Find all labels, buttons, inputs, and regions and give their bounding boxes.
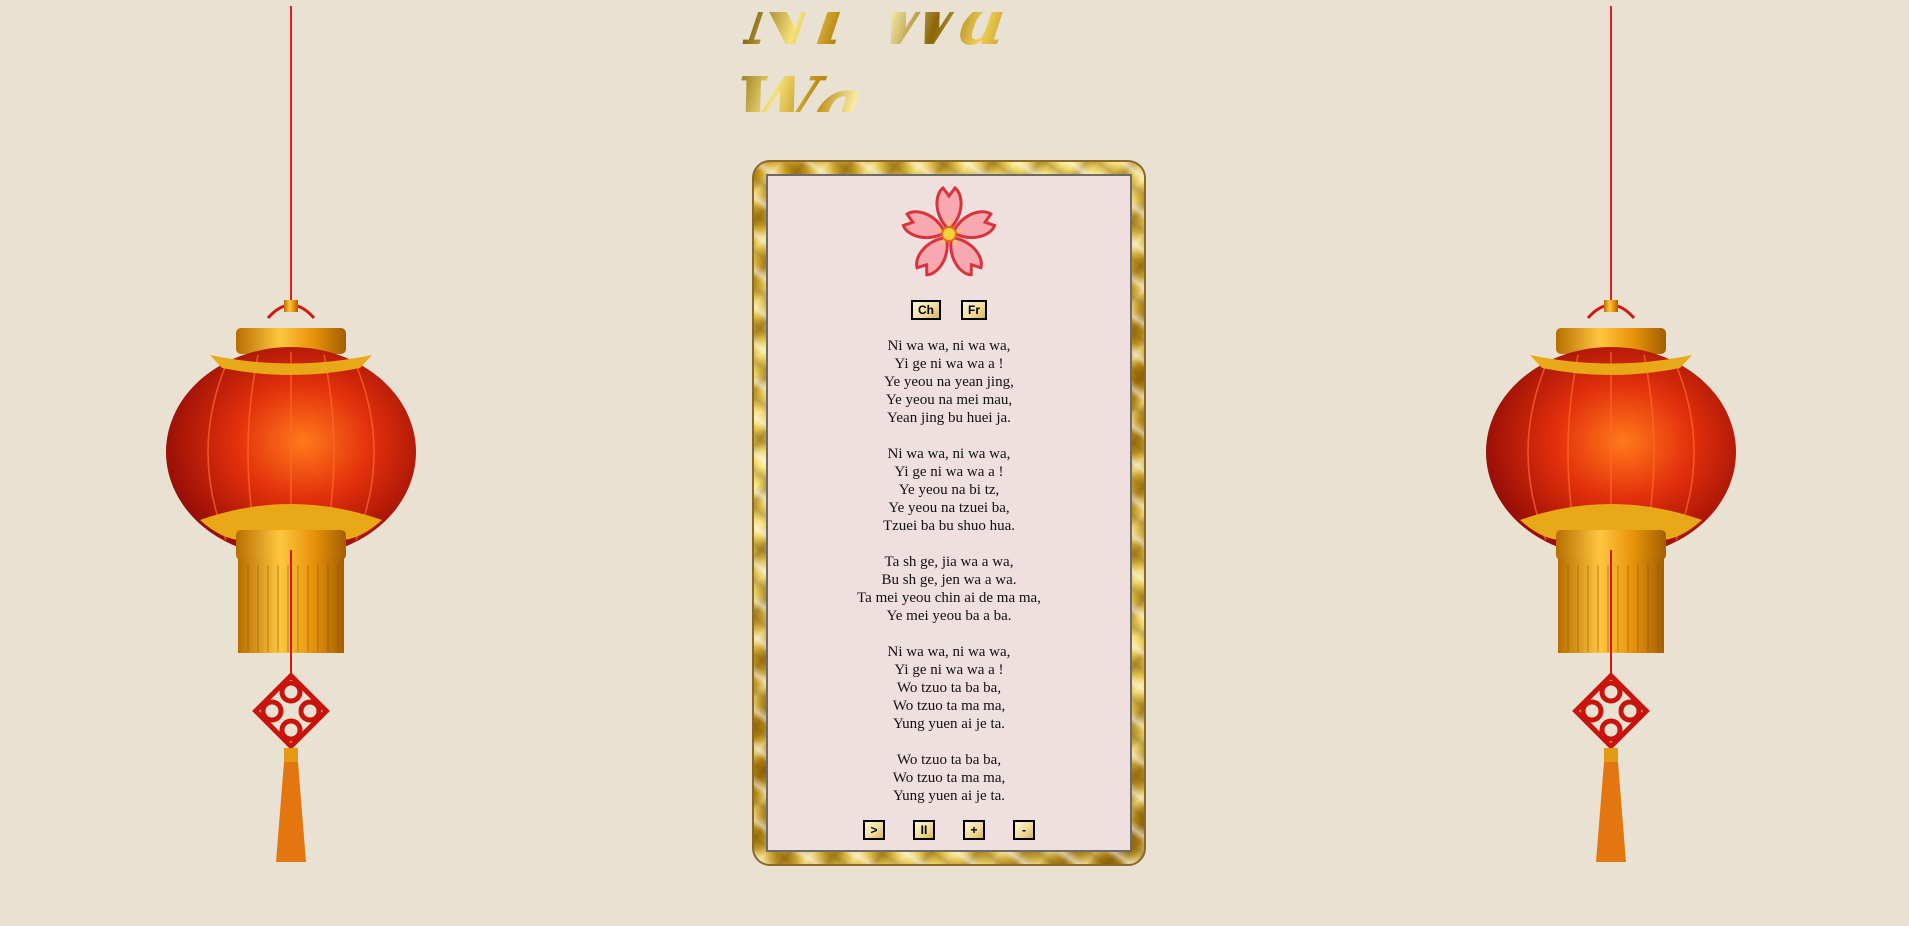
lyrics-line: Yi ge ni wa wa a !: [894, 662, 1004, 678]
chinese-lantern-icon: [166, 6, 416, 862]
lyrics-line: Ni wa wa, ni wa wa,: [887, 644, 1011, 660]
lyrics-line: Ta mei yeou chin ai de ma ma,: [857, 590, 1041, 606]
lyrics-line: Yi ge ni wa wa a !: [894, 356, 1004, 372]
play-button[interactable]: >: [863, 820, 885, 840]
lyrics-line: Wo tzuo ta ba ba,: [896, 680, 1002, 696]
lyrics-line: Yung yuen ai je ta.: [892, 788, 1006, 804]
lyrics-line: Yi ge ni wa wa a !: [894, 464, 1004, 480]
lantern-left: [160, 0, 420, 870]
lyrics-line: Wo tzuo ta ma ma,: [892, 770, 1006, 786]
lyrics-line: Yung yuen ai je ta.: [892, 716, 1006, 732]
lyrics-panel: Ch Fr Ni wa wa, ni wa wa, Yi ge ni wa wa…: [752, 160, 1146, 866]
lyrics-line: Wo tzuo ta ma ma,: [892, 698, 1006, 714]
lyrics-line: Ni wa wa, ni wa wa,: [887, 446, 1011, 462]
lyrics-line: Ye yeou na bi tz,: [898, 482, 1000, 498]
lyrics-line: Bu sh ge, jen wa a wa.: [881, 572, 1017, 588]
cherry-blossom-icon: [900, 185, 998, 280]
lyrics-line: Ye mei yeou ba a ba.: [886, 608, 1012, 624]
chinese-lantern-icon: [1486, 6, 1736, 862]
chinese-button[interactable]: Ch: [911, 300, 941, 320]
lyrics-panel-inner: Ch Fr Ni wa wa, ni wa wa, Yi ge ni wa wa…: [766, 174, 1132, 852]
lyrics-line: Ni wa wa, ni wa wa,: [887, 338, 1011, 354]
volume-up-button[interactable]: +: [963, 820, 985, 840]
lyrics-line: Yean jing bu huei ja.: [887, 410, 1011, 426]
lyrics-stanza: Wo tzuo ta ba ba, Wo tzuo ta ma ma, Yung…: [768, 751, 1130, 805]
lyrics-stanza: Ni wa wa, ni wa wa, Yi ge ni wa wa a ! W…: [768, 643, 1130, 733]
page-title: Ni Wa Wa: [728, 0, 1167, 148]
lyrics-stanza: Ni wa wa, ni wa wa, Yi ge ni wa wa a ! Y…: [768, 445, 1130, 535]
lyrics-line: Ye yeou na tzuei ba,: [888, 500, 1010, 516]
playback-controls: > II + -: [768, 820, 1130, 840]
page: Ni Wa Wa Ch Fr Ni wa wa, ni wa wa, Yi ge…: [0, 0, 1909, 926]
lyrics-text: Ni wa wa, ni wa wa, Yi ge ni wa wa a ! Y…: [768, 337, 1130, 823]
lyrics-line: Ye yeou na yean jing,: [884, 374, 1014, 390]
lyrics-line: Ta sh ge, jia wa a wa,: [884, 554, 1014, 570]
pause-button[interactable]: II: [913, 820, 935, 840]
french-button[interactable]: Fr: [961, 300, 987, 320]
lantern-right: [1480, 0, 1740, 870]
lyrics-line: Wo tzuo ta ba ba,: [896, 752, 1002, 768]
language-selector: Ch Fr: [768, 300, 1130, 320]
lyrics-line: Ye yeou na mei mau,: [885, 392, 1013, 408]
volume-down-button[interactable]: -: [1013, 820, 1035, 840]
lyrics-stanza: Ni wa wa, ni wa wa, Yi ge ni wa wa a ! Y…: [768, 337, 1130, 427]
lyrics-stanza: Ta sh ge, jia wa a wa, Bu sh ge, jen wa …: [768, 553, 1130, 625]
lyrics-line: Tzuei ba bu shuo hua.: [882, 518, 1016, 534]
